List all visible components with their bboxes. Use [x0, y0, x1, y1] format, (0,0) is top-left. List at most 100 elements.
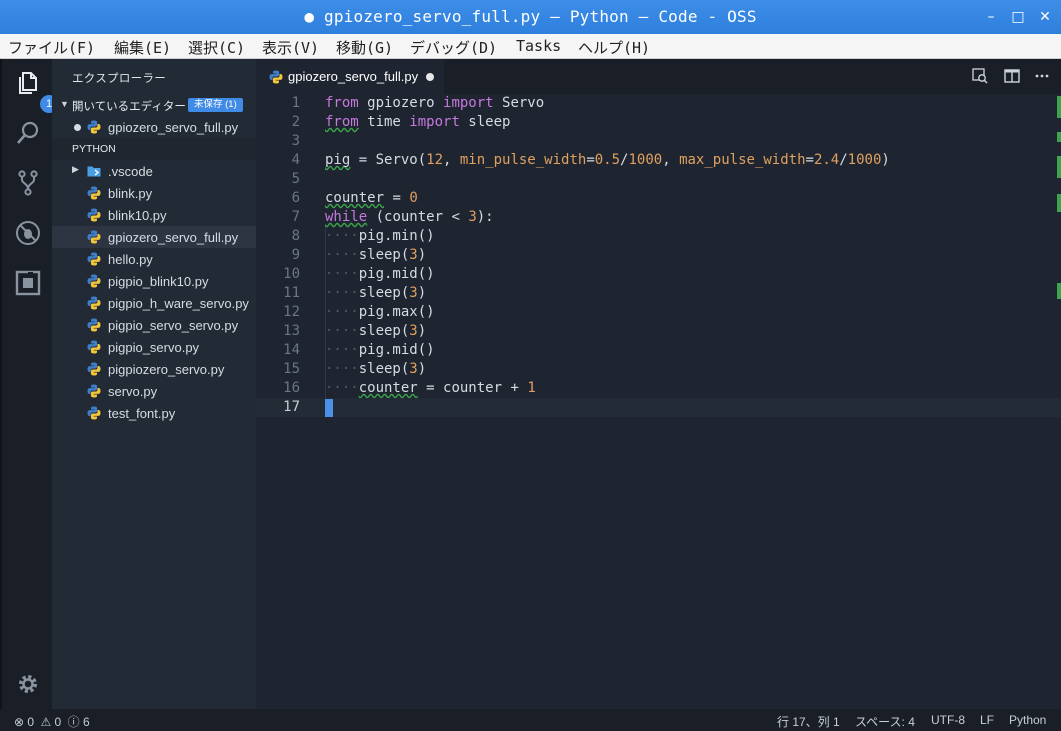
line-content: while (counter < 3): [325, 209, 494, 225]
code-line[interactable]: 14 ····pig.mid() [256, 341, 1061, 360]
title-bar: ● gpiozero_servo_full.py — Python — Code… [0, 0, 1061, 34]
maximize-button[interactable]: □ [1009, 8, 1027, 26]
menu-tasks[interactable]: Tasks [516, 37, 561, 55]
line-content: ····sleep(3) [325, 323, 427, 339]
python-file-icon [87, 274, 101, 288]
encoding[interactable]: UTF-8 [931, 713, 965, 727]
code-line[interactable]: 3 [256, 132, 1061, 151]
file-item[interactable]: test_font.py [52, 402, 256, 424]
menu-view[interactable]: 表示(V) [262, 37, 319, 58]
code-editor[interactable]: 1 from gpiozero import Servo 2 from time… [256, 94, 1061, 709]
overview-marker [1057, 156, 1061, 178]
file-item-selected[interactable]: gpiozero_servo_full.py [52, 226, 256, 248]
extensions-icon[interactable] [14, 269, 42, 297]
file-item[interactable]: pigpiozero_servo.py [52, 358, 256, 380]
line-number: 9 [291, 247, 300, 263]
line-number: 6 [291, 190, 300, 206]
code-line[interactable]: 2 from time import sleep [256, 113, 1061, 132]
code-line[interactable]: 5 [256, 170, 1061, 189]
code-line[interactable]: 12 ····pig.max() [256, 303, 1061, 322]
line-number: 2 [291, 114, 300, 130]
file-item[interactable]: pigpio_h_ware_servo.py [52, 292, 256, 314]
code-line[interactable]: 15 ····sleep(3) [256, 360, 1061, 379]
menu-edit[interactable]: 編集(E) [114, 37, 171, 58]
more-actions-icon[interactable] [1034, 68, 1050, 84]
code-line[interactable]: 4 pig = Servo(12, min_pulse_width=0.5/10… [256, 151, 1061, 170]
python-file-icon [87, 362, 101, 376]
file-item[interactable]: pigpio_servo_servo.py [52, 314, 256, 336]
cursor-position[interactable]: 行 17、列 1 [777, 713, 840, 730]
line-content: ····pig.max() [325, 304, 435, 320]
code-line[interactable]: 10 ····pig.mid() [256, 265, 1061, 284]
file-item[interactable]: pigpio_servo.py [52, 336, 256, 358]
info-icon: ⓘ [67, 715, 80, 729]
problems-indicator[interactable]: ⊗ 0 ⚠ 0 ⓘ 6 [14, 713, 90, 730]
open-editors-header[interactable]: ▼ 開いているエディター 未保存 (1) [52, 94, 256, 116]
line-content: ····pig.mid() [325, 342, 435, 358]
source-control-icon[interactable] [14, 169, 42, 197]
file-item[interactable]: hello.py [52, 248, 256, 270]
code-line[interactable]: 11 ····sleep(3) [256, 284, 1061, 303]
indentation[interactable]: スペース: 4 [855, 713, 915, 730]
line-content: ····sleep(3) [325, 247, 427, 263]
code-line[interactable]: 8 ····pig.min() [256, 227, 1061, 246]
line-number: 4 [291, 152, 300, 168]
tab-label: gpiozero_servo_full.py [288, 69, 419, 84]
line-content: from time import sleep [325, 114, 511, 130]
python-folder-header[interactable]: PYTHON [52, 138, 256, 160]
line-content: pig = Servo(12, min_pulse_width=0.5/1000… [325, 152, 890, 168]
menu-go[interactable]: 移動(G) [336, 37, 393, 58]
file-item[interactable]: blink.py [52, 182, 256, 204]
explorer-icon[interactable]: 1 [14, 69, 58, 113]
list-item-name: servo.py [108, 384, 158, 399]
settings-gear-icon[interactable] [14, 670, 42, 698]
vscode-folder-icon [87, 166, 101, 177]
tab-gpiozero-servo-full[interactable]: gpiozero_servo_full.py [256, 59, 444, 94]
file-item[interactable]: servo.py [52, 380, 256, 402]
list-item-name: pigpiozero_servo.py [108, 362, 225, 377]
line-number: 15 [283, 361, 300, 377]
debug-icon[interactable] [14, 219, 42, 247]
code-line[interactable]: 6 counter = 0 [256, 189, 1061, 208]
open-changes-icon[interactable] [972, 68, 988, 84]
open-editor-filename: gpiozero_servo_full.py [108, 120, 239, 135]
python-file-icon [87, 384, 101, 398]
code-line[interactable]: 7 while (counter < 3): [256, 208, 1061, 227]
list-item-name: .vscode [108, 164, 153, 179]
open-editor-item[interactable]: gpiozero_servo_full.py [52, 116, 256, 138]
menu-debug[interactable]: デバッグ(D) [410, 37, 497, 58]
menu-help[interactable]: ヘルプ(H) [578, 37, 650, 58]
status-bar: ⊗ 0 ⚠ 0 ⓘ 6 行 17、列 1 スペース: 4 UTF-8 LF Py… [0, 709, 1061, 731]
unsaved-badge: 未保存 (1) [188, 98, 243, 112]
code-line[interactable]: 9 ····sleep(3) [256, 246, 1061, 265]
close-button[interactable]: ✕ [1036, 8, 1054, 26]
unsaved-dot-icon[interactable] [426, 73, 434, 81]
split-editor-icon[interactable] [1004, 68, 1020, 84]
python-file-icon [87, 186, 101, 200]
line-number: 10 [283, 266, 300, 282]
code-line[interactable]: 1 from gpiozero import Servo [256, 94, 1061, 113]
python-file-icon [87, 406, 101, 420]
line-number: 13 [283, 323, 300, 339]
list-item-name: pigpio_servo.py [108, 340, 200, 355]
file-item[interactable]: pigpio_blink10.py [52, 270, 256, 292]
menu-file[interactable]: ファイル(F) [8, 37, 95, 58]
text-cursor [325, 399, 333, 417]
line-content: ····sleep(3) [325, 285, 427, 301]
line-ending[interactable]: LF [980, 713, 994, 727]
code-line[interactable]: 16 ····counter = counter + 1 [256, 379, 1061, 398]
search-icon[interactable] [14, 119, 42, 147]
language-mode[interactable]: Python [1009, 713, 1046, 727]
minimize-button[interactable]: – [982, 8, 1000, 26]
file-item[interactable]: blink10.py [52, 204, 256, 226]
menu-selection[interactable]: 選択(C) [188, 37, 245, 58]
folder-label: PYTHON [72, 143, 116, 155]
overview-marker [1057, 132, 1061, 142]
editor-tab-bar: gpiozero_servo_full.py [256, 59, 1061, 94]
unsaved-dot-icon[interactable] [74, 124, 81, 131]
folder-item-vscode[interactable]: ▶ .vscode [52, 160, 256, 182]
line-number: 5 [291, 171, 300, 187]
code-line-current[interactable]: 17 [256, 398, 1061, 417]
code-line[interactable]: 13 ····sleep(3) [256, 322, 1061, 341]
line-number: 7 [291, 209, 300, 225]
